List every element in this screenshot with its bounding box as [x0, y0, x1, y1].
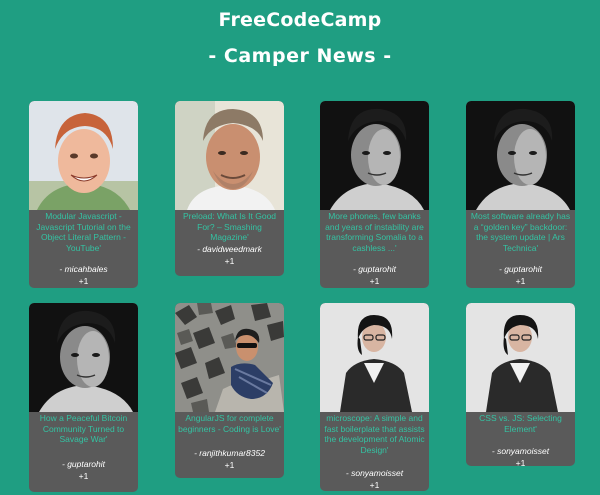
- author-name: - guptarohit: [62, 459, 105, 469]
- author-name: - guptarohit: [499, 264, 542, 274]
- article-link[interactable]: CSS vs. JS: Selecting Element': [466, 412, 575, 434]
- article-link[interactable]: microscope: A simple and fast boilerplat…: [320, 412, 429, 455]
- news-card[interactable]: Modular Javascript - Javascript Tutorial…: [29, 101, 138, 288]
- author-avatar[interactable]: [29, 303, 138, 412]
- news-card[interactable]: More phones, few banks and years of inst…: [320, 101, 429, 288]
- upvote-count[interactable]: +1: [466, 458, 575, 466]
- news-card[interactable]: Preload: What Is It Good For? – Smashing…: [175, 101, 284, 276]
- upvote-count[interactable]: +1: [175, 460, 284, 470]
- author-avatar[interactable]: [320, 303, 429, 412]
- upvote-count[interactable]: +1: [175, 256, 284, 266]
- site-title: FreeCodeCamp: [218, 9, 382, 31]
- news-card[interactable]: How a Peaceful Bitcoin Community Turned …: [29, 303, 138, 492]
- author-name: - davidweedmark: [197, 244, 262, 254]
- news-card[interactable]: AngularJS for complete beginners - Codin…: [175, 303, 284, 478]
- upvote-count[interactable]: +1: [320, 276, 429, 286]
- upvote-count[interactable]: +1: [29, 471, 138, 481]
- section-title: - Camper News -: [208, 45, 392, 67]
- article-link[interactable]: More phones, few banks and years of inst…: [320, 210, 429, 253]
- author-name: - sonyamoisset: [491, 446, 550, 456]
- upvote-count[interactable]: +1: [466, 276, 575, 286]
- upvote-count[interactable]: +1: [29, 276, 138, 286]
- article-link[interactable]: Most software already has a “golden key”…: [466, 210, 575, 253]
- author-avatar[interactable]: [320, 101, 429, 210]
- author-avatar[interactable]: [466, 303, 575, 412]
- author-name: - guptarohit: [353, 264, 396, 274]
- article-link[interactable]: How a Peaceful Bitcoin Community Turned …: [29, 412, 138, 445]
- article-link[interactable]: Modular Javascript - Javascript Tutorial…: [29, 210, 138, 253]
- author-name: - micahbales: [59, 264, 108, 274]
- author-avatar[interactable]: [175, 303, 284, 412]
- news-card[interactable]: microscope: A simple and fast boilerplat…: [320, 303, 429, 491]
- author-name: - ranjithkumar8352: [194, 448, 265, 458]
- upvote-count[interactable]: +1: [320, 480, 429, 490]
- author-avatar[interactable]: [29, 101, 138, 210]
- news-card[interactable]: CSS vs. JS: Selecting Element' - sonyamo…: [466, 303, 575, 466]
- author-name: - sonyamoisset: [345, 468, 404, 478]
- article-link[interactable]: AngularJS for complete beginners - Codin…: [175, 412, 284, 434]
- news-card[interactable]: Most software already has a “golden key”…: [466, 101, 575, 288]
- author-avatar[interactable]: [175, 101, 284, 210]
- author-avatar[interactable]: [466, 101, 575, 210]
- article-link[interactable]: Preload: What Is It Good For? – Smashing…: [175, 210, 284, 243]
